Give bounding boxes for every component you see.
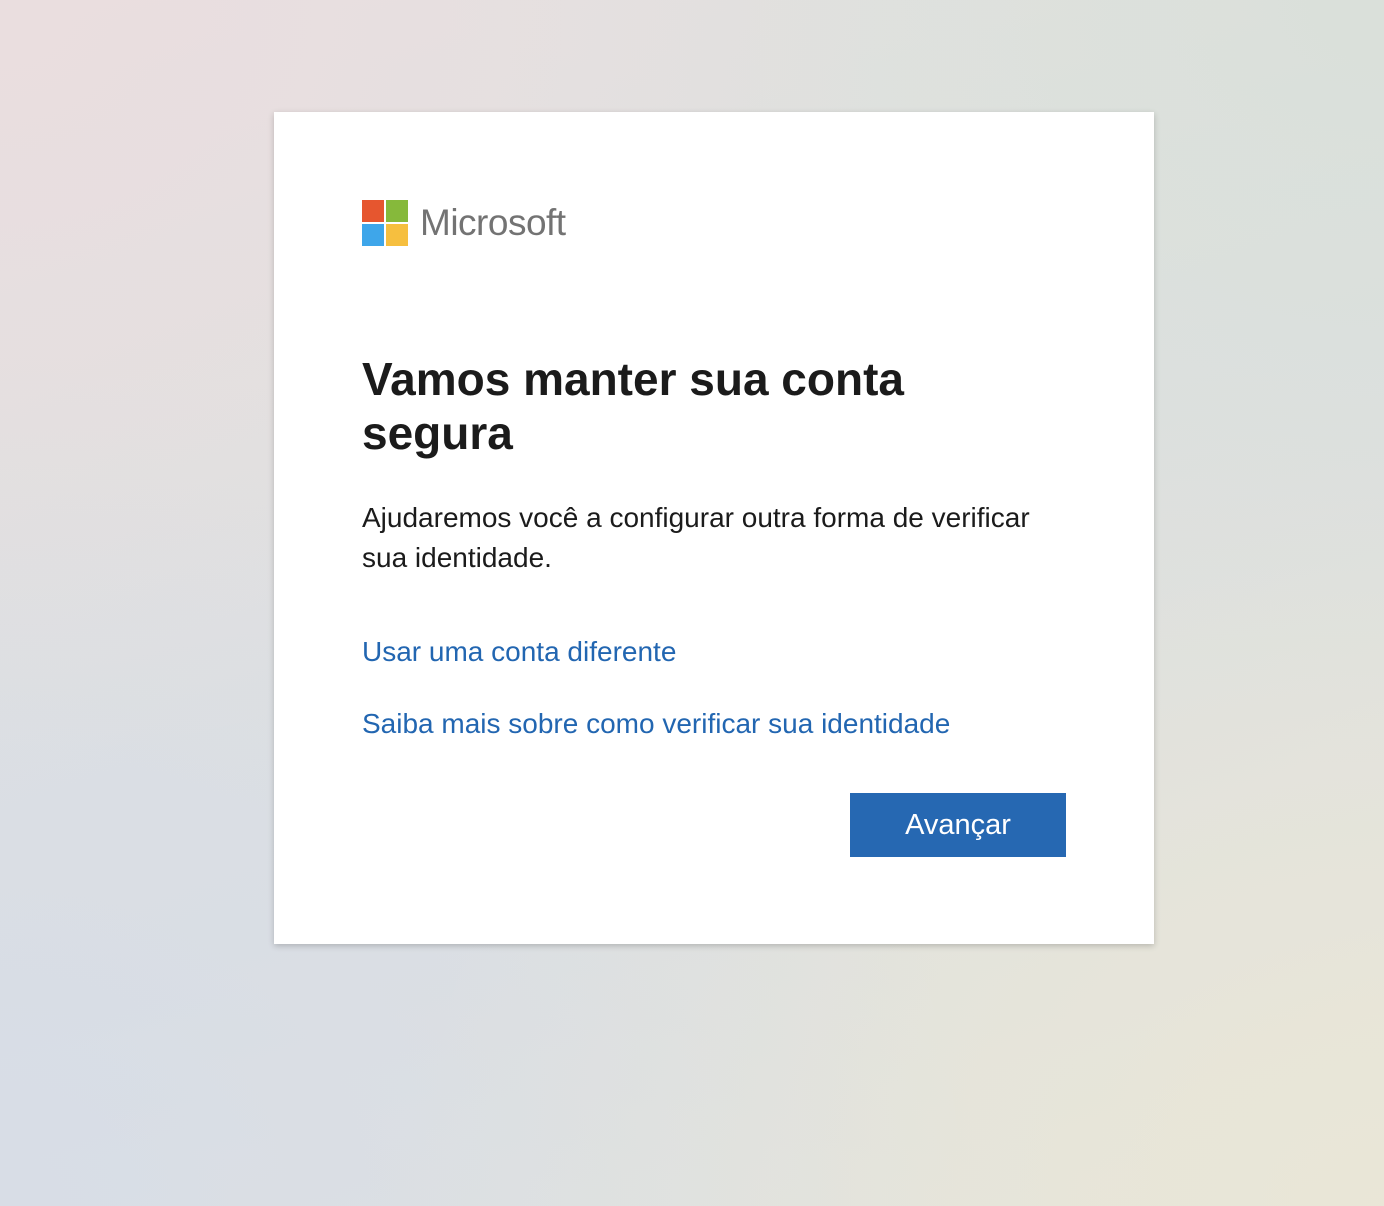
logo-square-green (386, 200, 408, 222)
page-title: Vamos manter sua conta segura (362, 353, 904, 459)
microsoft-logo-icon (362, 200, 408, 246)
page-description: Ajudaremos você a configurar outra forma… (362, 502, 1030, 573)
learn-more-link[interactable]: Saiba mais sobre como verificar sua iden… (362, 706, 950, 742)
next-button[interactable]: Avançar (850, 793, 1066, 857)
microsoft-logo: Microsoft (362, 200, 566, 246)
sign-in-card: Microsoft Vamos manter sua conta segura … (274, 112, 1154, 944)
logo-square-blue (362, 224, 384, 246)
logo-text: Microsoft (420, 202, 566, 243)
logo-square-yellow (386, 224, 408, 246)
use-different-account-link[interactable]: Usar uma conta diferente (362, 634, 676, 670)
logo-square-red (362, 200, 384, 222)
